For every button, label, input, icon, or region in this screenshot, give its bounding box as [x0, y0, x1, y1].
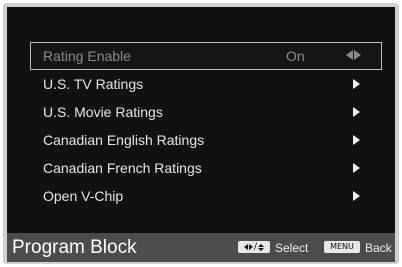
menu-key-badge: MENU — [324, 241, 360, 253]
triangle-right-icon — [353, 163, 360, 173]
menu-item-label: Open V-Chip — [43, 188, 124, 204]
triangle-right-icon — [353, 135, 360, 145]
triangle-right-icon — [354, 50, 361, 60]
menu-item-canadian-french-ratings[interactable]: Canadian French Ratings — [30, 154, 382, 182]
tv-screen-frame: Rating Enable On U.S. TV Ratings U.S. Mo… — [3, 3, 399, 264]
back-hint-label: Back — [365, 241, 392, 255]
triangle-left-icon — [346, 50, 353, 60]
arrow-left-icon — [243, 244, 248, 250]
page-title: Program Block — [12, 237, 137, 258]
menu-item-label: U.S. Movie Ratings — [43, 104, 163, 120]
menu-item-label: Canadian French Ratings — [43, 160, 202, 176]
menu-item-open-v-chip[interactable]: Open V-Chip — [30, 182, 382, 210]
menu-item-label: Rating Enable — [43, 48, 131, 64]
rating-enable-value: On — [286, 48, 305, 64]
menu-panel: Rating Enable On U.S. TV Ratings U.S. Mo… — [7, 7, 395, 233]
triangle-right-icon — [353, 107, 360, 117]
menu-item-us-tv-ratings[interactable]: U.S. TV Ratings — [30, 70, 382, 98]
menu-item-label: Canadian English Ratings — [43, 132, 205, 148]
arrow-keys-icon: / — [238, 241, 270, 253]
menu-item-rating-enable[interactable]: Rating Enable On — [30, 42, 382, 70]
left-right-arrows-icon[interactable] — [346, 50, 361, 60]
arrow-right-icon — [248, 244, 253, 250]
triangle-right-icon — [353, 191, 360, 201]
footer-bar: Program Block / Select MENU Back — [7, 233, 395, 262]
triangle-right-icon — [353, 79, 360, 89]
menu-item-canadian-english-ratings[interactable]: Canadian English Ratings — [30, 126, 382, 154]
menu-list: Rating Enable On U.S. TV Ratings U.S. Mo… — [30, 42, 382, 210]
up-down-arrows-icon — [258, 243, 265, 251]
menu-item-label: U.S. TV Ratings — [43, 76, 144, 92]
arrow-up-icon — [258, 243, 265, 247]
menu-item-us-movie-ratings[interactable]: U.S. Movie Ratings — [30, 98, 382, 126]
arrow-down-icon — [258, 247, 265, 251]
select-hint-label: Select — [275, 241, 309, 255]
nav-key-separator: / — [253, 241, 258, 252]
